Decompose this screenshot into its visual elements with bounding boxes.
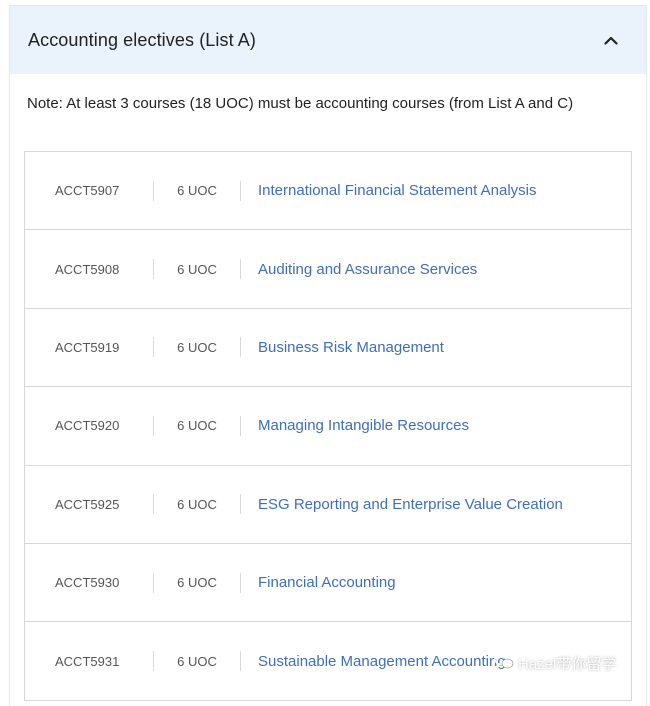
course-link[interactable]: International Financial Statement Analys… bbox=[241, 182, 537, 199]
course-row[interactable]: ACCT5920 6 UOC Managing Intangible Resou… bbox=[25, 387, 631, 466]
course-link[interactable]: Business Risk Management bbox=[241, 339, 444, 356]
course-list: ACCT5907 6 UOC International Financial S… bbox=[24, 151, 632, 701]
course-link[interactable]: Financial Accounting bbox=[241, 574, 396, 591]
course-uoc: 6 UOC bbox=[177, 496, 217, 512]
course-uoc: 6 UOC bbox=[177, 653, 217, 669]
wechat-icon bbox=[494, 652, 514, 674]
chevron-up-icon[interactable] bbox=[600, 29, 622, 51]
course-row[interactable]: ACCT5930 6 UOC Financial Accounting bbox=[25, 544, 631, 623]
course-row[interactable]: ACCT5925 6 UOC ESG Reporting and Enterpr… bbox=[25, 466, 631, 544]
course-uoc: 6 UOC bbox=[177, 339, 217, 355]
section-note: Note: At least 3 courses (18 UOC) must b… bbox=[27, 95, 574, 112]
course-code: ACCT5925 bbox=[55, 496, 120, 512]
course-uoc: 6 UOC bbox=[177, 183, 217, 199]
course-row[interactable]: ACCT5919 6 UOC Business Risk Management bbox=[25, 309, 631, 388]
course-uoc: 6 UOC bbox=[177, 575, 217, 591]
course-row[interactable]: ACCT5908 6 UOC Auditing and Assurance Se… bbox=[25, 230, 631, 309]
course-code: ACCT5920 bbox=[55, 418, 120, 434]
course-uoc: 6 UOC bbox=[177, 418, 217, 434]
course-link[interactable]: Managing Intangible Resources bbox=[241, 417, 469, 434]
course-row[interactable]: ACCT5907 6 UOC International Financial S… bbox=[25, 152, 631, 231]
course-code: ACCT5919 bbox=[55, 339, 120, 355]
course-code: ACCT5908 bbox=[55, 261, 120, 277]
course-link[interactable]: Sustainable Management Accounting bbox=[241, 653, 506, 670]
accordion-panel: Accounting electives (List A) Note: At l… bbox=[10, 6, 646, 706]
watermark: Hazel带你留学 bbox=[494, 652, 616, 674]
course-code: ACCT5931 bbox=[55, 653, 120, 669]
watermark-text: Hazel带你留学 bbox=[518, 655, 617, 673]
course-link[interactable]: Auditing and Assurance Services bbox=[241, 261, 477, 278]
course-code: ACCT5930 bbox=[55, 575, 120, 591]
accordion-header[interactable]: Accounting electives (List A) bbox=[10, 6, 646, 74]
course-link[interactable]: ESG Reporting and Enterprise Value Creat… bbox=[241, 496, 563, 513]
course-code: ACCT5907 bbox=[55, 183, 120, 199]
section-title: Accounting electives (List A) bbox=[28, 29, 257, 50]
course-uoc: 6 UOC bbox=[177, 261, 217, 277]
